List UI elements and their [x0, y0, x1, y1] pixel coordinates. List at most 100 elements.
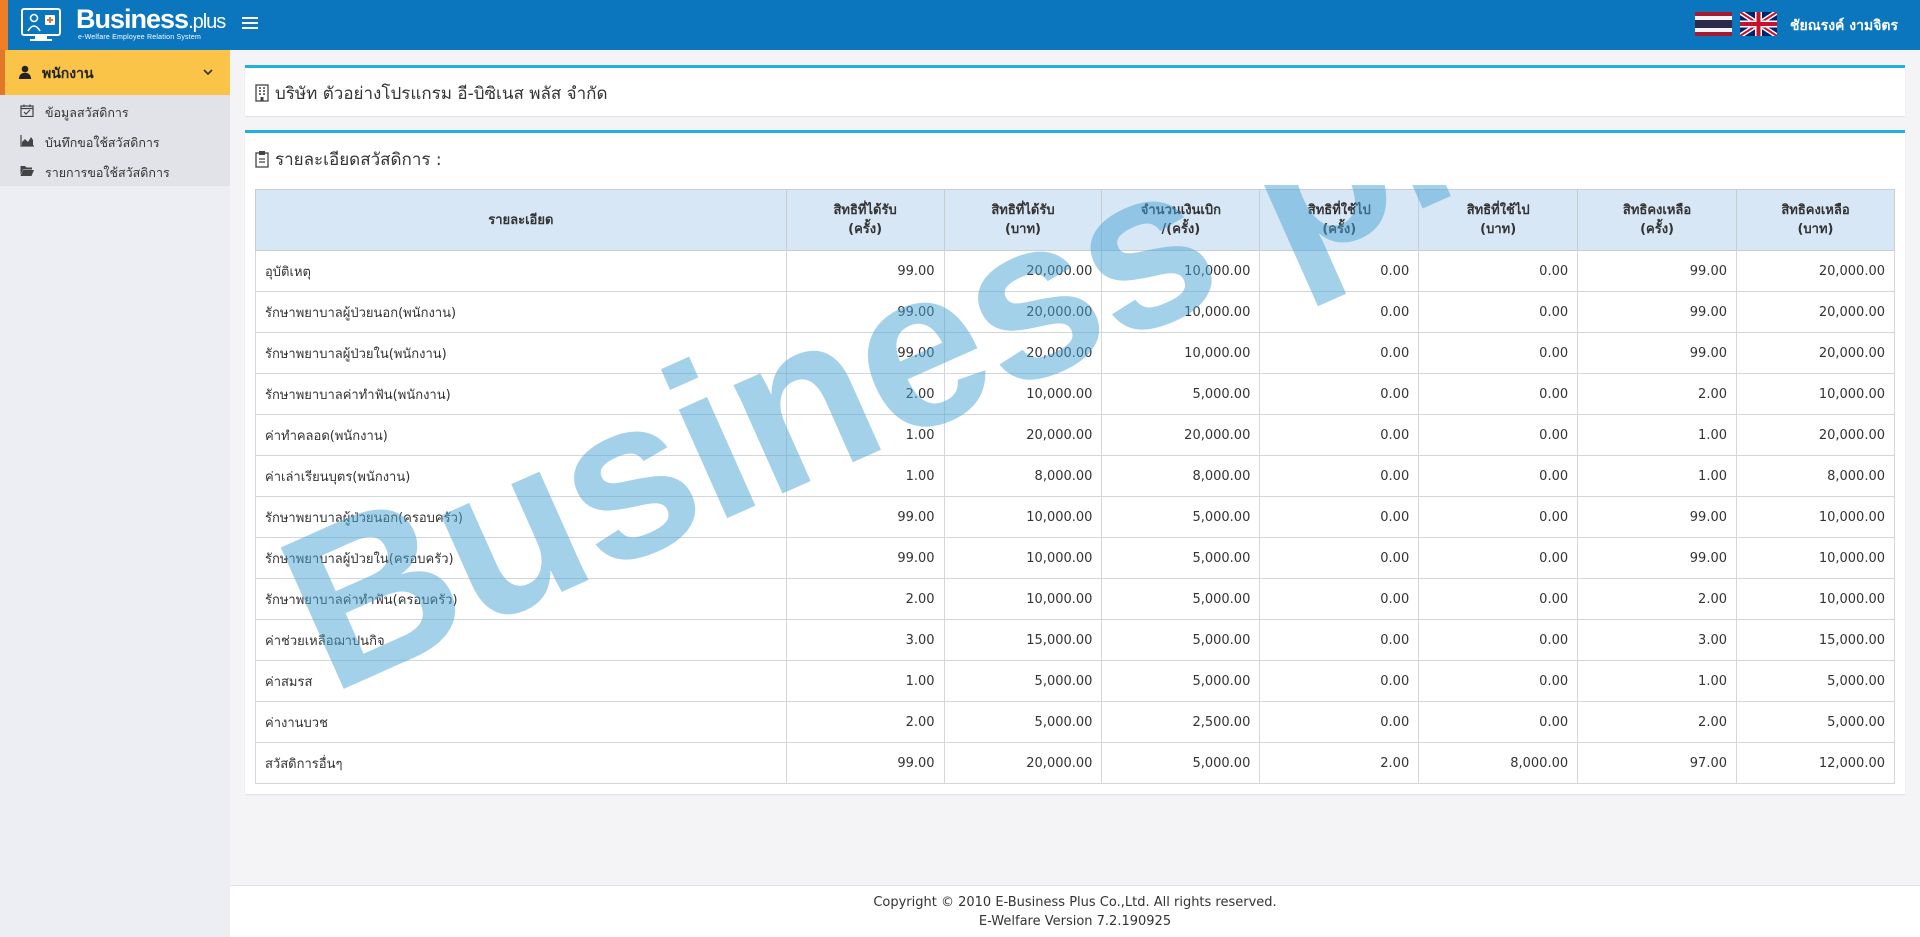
brand-title-suffix: .plus [188, 11, 226, 33]
table-row: ค่าสมรส 1.00 5,000.00 5,000.00 0.00 0.00 1.00 5… [255, 660, 1895, 702]
footer-copyright: Copyright © 2010 E-Business Plus Co.,Ltd… [873, 895, 1277, 910]
sidebar-menu-group: พนักงาน ข้อมูลสวัสดิการ บันทึกขอใช้สวัสด… [0, 50, 230, 186]
table-row: รักษาพยาบาลค่าทำฟัน(ครอบครัว) 2.00 10,000.… [255, 578, 1895, 620]
welfare-value-cell: 20,000.00 [943, 332, 1103, 374]
table-body: อุบัติเหตุ 99.00 20,000.00 10,000.00 0.00 0.0… [255, 250, 1895, 784]
table-row: อุบัติเหตุ 99.00 20,000.00 10,000.00 0.00 0.0… [255, 250, 1895, 292]
menu-accent-bar [0, 50, 5, 95]
welfare-value-cell: 0.00 [1418, 578, 1579, 620]
uk-flag-icon[interactable] [1740, 12, 1777, 36]
welfare-value-cell: 2.00 [1577, 701, 1737, 743]
welfare-value-cell: 5,000.00 [1101, 578, 1261, 620]
sidebar-item-label: รายการขอใช้สวัสดิการ [45, 165, 170, 180]
welfare-value-cell: 10,000.00 [1736, 373, 1895, 415]
hamburger-line [242, 22, 258, 24]
user-name[interactable]: ชัยณรงค์ งามจิตร [1790, 15, 1898, 37]
welfare-value-cell: 5,000.00 [1101, 742, 1261, 784]
welfare-value-cell: 99.00 [785, 291, 945, 333]
welfare-value-cell: 3.00 [1577, 619, 1737, 661]
welfare-value-cell: 1.00 [1577, 455, 1737, 497]
welfare-value-cell: 5,000.00 [1101, 619, 1261, 661]
welfare-value-cell: 5,000.00 [1736, 701, 1895, 743]
welfare-value-cell: 0.00 [1259, 291, 1420, 333]
column-header: สิทธิที่ใช้ไป (บาท) [1418, 189, 1579, 251]
welfare-value-cell: 1.00 [1577, 414, 1737, 456]
column-header-unit: (ครั้ง) [1640, 222, 1675, 237]
welfare-value-cell: 2.00 [1577, 373, 1737, 415]
welfare-value-cell: 10,000.00 [1101, 291, 1261, 333]
brand-title-main: Business [76, 4, 189, 34]
welfare-value-cell: 15,000.00 [1736, 619, 1895, 661]
column-header: รายละเอียด [255, 189, 787, 251]
welfare-value-cell: 20,000.00 [1101, 414, 1261, 456]
sidebar-item-welfare-list[interactable]: รายการขอใช้สวัสดิการ [0, 157, 230, 185]
company-panel: บริษัท ตัวอย่างโปรแกรม อี-บิซิเนส พลัส จ… [245, 65, 1905, 116]
welfare-value-cell: 10,000.00 [943, 537, 1103, 579]
welfare-value-cell: 0.00 [1418, 373, 1579, 415]
table-row: รักษาพยาบาลค่าทำฟัน(พนักงาน) 2.00 10,000.0… [255, 373, 1895, 415]
welfare-value-cell: 0.00 [1418, 660, 1579, 702]
column-header-line: สิทธิที่ใช้ไป [1307, 203, 1371, 218]
column-header-unit: (บาท) [1480, 222, 1517, 237]
sidebar-toggle-button[interactable] [242, 14, 258, 36]
column-header-line: สิทธิคงเหลือ [1622, 203, 1692, 218]
footer: Copyright © 2010 E-Business Plus Co.,Ltd… [230, 885, 1920, 937]
welfare-value-cell: 1.00 [785, 660, 945, 702]
welfare-value-cell: 3.00 [785, 619, 945, 661]
welfare-value-cell: 2.00 [785, 578, 945, 620]
table-row: รักษาพยาบาลผู้ป่วยนอก(ครอบครัว) 99.00 10,0… [255, 496, 1895, 538]
welfare-value-cell: 0.00 [1259, 701, 1420, 743]
chevron-down-icon [203, 69, 213, 76]
welfare-value-cell: 2.00 [785, 373, 945, 415]
welfare-item-name: รักษาพยาบาลผู้ป่วยใน(พนักงาน) [255, 332, 787, 374]
column-header-line: สิทธิคงเหลือ [1781, 203, 1850, 218]
welfare-value-cell: 5,000.00 [1101, 496, 1261, 538]
welfare-value-cell: 99.00 [785, 537, 945, 579]
welfare-value-cell: 20,000.00 [1736, 291, 1895, 333]
sidebar-menu-employee[interactable]: พนักงาน [0, 50, 230, 95]
welfare-value-cell: 0.00 [1259, 455, 1420, 497]
welfare-value-cell: 20,000.00 [1736, 332, 1895, 374]
welfare-value-cell: 0.00 [1418, 619, 1579, 661]
welfare-value-cell: 8,000.00 [1418, 742, 1579, 784]
column-header: จำนวนเงินเบิก /(ครั้ง) [1101, 189, 1261, 251]
table-row: ค่าทำคลอด(พนักงาน) 1.00 20,000.00 20,000.00… [255, 414, 1895, 456]
sidebar-item-welfare-request[interactable]: บันทึกขอใช้สวัสดิการ [0, 127, 230, 155]
table-row: รักษาพยาบาลผู้ป่วยนอก(พนักงาน) 99.00 20,00… [255, 291, 1895, 333]
column-header: สิทธิที่ได้รับ (ครั้ง) [785, 189, 945, 251]
top-navbar: Business.plus e-Welfare Employee Relatio… [0, 0, 1920, 50]
folder-open-icon [20, 166, 34, 176]
column-header: สิทธิที่ได้รับ (บาท) [943, 189, 1103, 251]
brand-logo[interactable]: Business.plus e-Welfare Employee Relatio… [0, 0, 230, 50]
welfare-value-cell: 8,000.00 [1736, 455, 1895, 497]
welfare-item-name: รักษาพยาบาลผู้ป่วยนอก(พนักงาน) [255, 291, 787, 333]
welfare-value-cell: 20,000.00 [943, 742, 1103, 784]
clipboard-icon [255, 151, 269, 168]
sidebar-item-welfare-info[interactable]: ข้อมูลสวัสดิการ [0, 97, 230, 125]
welfare-value-cell: 0.00 [1418, 414, 1579, 456]
welfare-value-cell: 99.00 [785, 332, 945, 374]
welfare-value-cell: 12,000.00 [1736, 742, 1895, 784]
column-header: สิทธิคงเหลือ (บาท) [1736, 189, 1895, 251]
welfare-section-title: รายละเอียดสวัสดิการ : [255, 146, 442, 173]
column-header-unit: (บาท) [1797, 222, 1834, 237]
sidebar: พนักงาน ข้อมูลสวัสดิการ บันทึกขอใช้สวัสด… [0, 50, 230, 937]
footer-version: E-Welfare Version 7.2.190925 [978, 914, 1172, 929]
brand-subtitle: e-Welfare Employee Relation System [78, 34, 201, 41]
welfare-value-cell: 99.00 [1577, 537, 1737, 579]
company-title: บริษัท ตัวอย่างโปรแกรม อี-บิซิเนส พลัส จ… [255, 80, 608, 107]
column-header: สิทธิที่ใช้ไป (ครั้ง) [1259, 189, 1420, 251]
welfare-value-cell: 10,000.00 [1736, 578, 1895, 620]
welfare-item-name: รักษาพยาบาลผู้ป่วยใน(ครอบครัว) [255, 537, 787, 579]
area-chart-icon [20, 135, 34, 147]
welfare-value-cell: 0.00 [1259, 660, 1420, 702]
thai-flag-icon[interactable] [1695, 12, 1732, 36]
sidebar-item-label: ข้อมูลสวัสดิการ [45, 105, 129, 120]
welfare-value-cell: 99.00 [1577, 496, 1737, 538]
welfare-value-cell: 15,000.00 [943, 619, 1103, 661]
welfare-value-cell: 0.00 [1418, 496, 1579, 538]
welfare-value-cell: 20,000.00 [943, 250, 1103, 292]
table-row: รักษาพยาบาลผู้ป่วยใน(พนักงาน) 99.00 20,000… [255, 332, 1895, 374]
welfare-value-cell: 0.00 [1259, 332, 1420, 374]
logo-accent-bar [0, 0, 8, 50]
